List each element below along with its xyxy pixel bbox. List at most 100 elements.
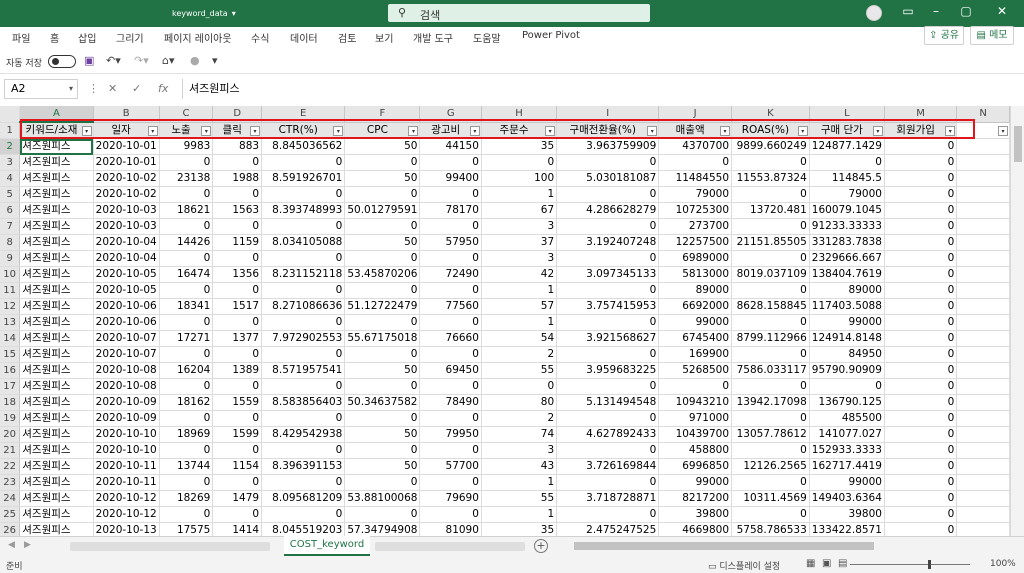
tab-insert[interactable]: 삽입 [78, 30, 96, 45]
field-header[interactable]: 클릭 ▾ [212, 122, 263, 139]
row-header[interactable]: 21 [0, 442, 21, 459]
cell[interactable]: 14426 [159, 234, 214, 251]
name-box[interactable]: A2 ▾ [4, 79, 78, 99]
cell[interactable]: 5758.786533 [731, 522, 810, 536]
row-header[interactable]: 16 [0, 362, 21, 379]
cell[interactable]: 4669800 [658, 522, 733, 536]
cell[interactable]: 0 [261, 506, 346, 523]
cell[interactable]: 0 [159, 218, 214, 235]
row-header[interactable]: 9 [0, 250, 21, 267]
filter-dropdown-icon[interactable]: ▾ [998, 125, 1008, 136]
cell[interactable]: 117403.5088 [809, 298, 885, 315]
cell[interactable]: 6989000 [658, 250, 733, 267]
cell[interactable]: 0 [884, 218, 958, 235]
cell[interactable]: 0 [884, 522, 958, 536]
row-header[interactable]: 18 [0, 394, 21, 411]
cell[interactable]: 3 [481, 442, 558, 459]
cell[interactable]: 0 [212, 250, 263, 267]
cell[interactable]: 50 [344, 426, 421, 443]
tab-file[interactable]: 파일 [12, 30, 30, 45]
cell[interactable]: 124877.1429 [809, 138, 885, 155]
cell[interactable]: 79000 [658, 186, 733, 203]
row-header[interactable]: 4 [0, 170, 21, 187]
cell[interactable] [956, 442, 1010, 459]
row-header[interactable]: 6 [0, 202, 21, 219]
cell[interactable]: 0 [884, 346, 958, 363]
cell[interactable]: 1 [481, 506, 558, 523]
field-header[interactable]: 구매 단가 ▾ [809, 122, 885, 139]
cell[interactable]: 0 [261, 218, 346, 235]
column-header[interactable]: A [19, 106, 94, 123]
filter-dropdown-icon[interactable]: ▾ [469, 125, 480, 136]
sheet-tab-cost-keyword[interactable]: COST_keyword [284, 536, 370, 556]
cell[interactable]: 2020-10-05 [93, 282, 160, 299]
cell[interactable]: 169900 [658, 346, 733, 363]
cell[interactable]: 39800 [809, 506, 885, 523]
cell[interactable]: 79000 [809, 186, 885, 203]
filter-dropdown-icon[interactable]: ▾ [81, 126, 92, 136]
cell[interactable] [956, 490, 1010, 507]
cell[interactable]: 0 [261, 346, 346, 363]
cell[interactable] [956, 426, 1010, 443]
cell[interactable]: 0 [481, 154, 558, 171]
cell[interactable]: 8.571957541 [261, 362, 346, 379]
circle-icon[interactable]: ● [190, 54, 200, 67]
cell[interactable]: 54 [481, 330, 558, 347]
cell[interactable]: 2020-10-04 [93, 234, 160, 251]
cell[interactable]: 8.583856403 [261, 394, 346, 411]
cell[interactable]: 0 [344, 410, 421, 427]
cell[interactable]: 2020-10-13 [93, 522, 160, 536]
cell[interactable]: 16474 [159, 266, 214, 283]
cell[interactable]: 1 [481, 186, 558, 203]
tab-review[interactable]: 검토 [338, 30, 356, 45]
cell[interactable] [956, 346, 1010, 363]
cell[interactable]: 1356 [212, 266, 263, 283]
cell[interactable]: 0 [419, 250, 482, 267]
cell[interactable]: 0 [731, 186, 810, 203]
page-layout-icon[interactable]: ▣ [822, 558, 831, 569]
cell[interactable]: 50.01279591 [344, 202, 421, 219]
cell[interactable]: 0 [261, 186, 346, 203]
column-header[interactable]: B [93, 106, 160, 123]
cell[interactable]: 0 [261, 474, 346, 491]
cell[interactable]: 2020-10-12 [93, 490, 160, 507]
cell[interactable]: 0 [658, 378, 733, 395]
cell[interactable]: 셔즈원피스 [19, 442, 94, 459]
cell[interactable]: 99400 [419, 170, 482, 187]
cell[interactable]: 43 [481, 458, 558, 475]
save-icon[interactable]: ▣ [84, 54, 94, 67]
cell[interactable]: 0 [261, 378, 346, 395]
cell[interactable]: 0 [884, 442, 958, 459]
display-settings[interactable]: ▭ 디스플레이 설정 [708, 559, 780, 572]
cell[interactable]: 13942.17098 [731, 394, 810, 411]
row-header[interactable]: 23 [0, 474, 21, 491]
tab-help[interactable]: 도움말 [473, 30, 501, 45]
cancel-icon[interactable]: ✕ [108, 82, 117, 95]
cell[interactable]: 0 [556, 314, 660, 331]
cell[interactable]: 셔즈원피스 [19, 154, 94, 171]
cell[interactable] [956, 282, 1010, 299]
cell[interactable]: 9899.660249 [731, 138, 810, 155]
cell[interactable]: 0 [884, 138, 958, 155]
cell[interactable]: 3.726169844 [556, 458, 660, 475]
cell[interactable]: 5813000 [658, 266, 733, 283]
cell[interactable]: 0 [419, 474, 482, 491]
cell[interactable]: 8.591926701 [261, 170, 346, 187]
filter-dropdown-icon[interactable]: ▾ [720, 125, 731, 136]
filter-dropdown-icon[interactable]: ▾ [647, 125, 658, 136]
cell[interactable]: 0 [731, 282, 810, 299]
cell[interactable]: 0 [884, 362, 958, 379]
zoom-level[interactable]: 100% [990, 559, 1016, 569]
column-header[interactable]: M [884, 106, 958, 123]
cell[interactable]: 8.429542938 [261, 426, 346, 443]
cell[interactable]: 0 [159, 378, 214, 395]
cell[interactable] [956, 138, 1010, 155]
cell[interactable]: 5.131494548 [556, 394, 660, 411]
cell[interactable]: 17575 [159, 522, 214, 536]
cell[interactable]: 셔즈원피스 [19, 250, 94, 267]
cell[interactable]: 53.88100068 [344, 490, 421, 507]
cell[interactable]: 셔즈원피스 [19, 282, 94, 299]
cell[interactable]: 셔즈원피스 [19, 186, 94, 203]
cell[interactable]: 셔즈원피스 [19, 474, 94, 491]
cell[interactable]: 124914.8148 [809, 330, 885, 347]
